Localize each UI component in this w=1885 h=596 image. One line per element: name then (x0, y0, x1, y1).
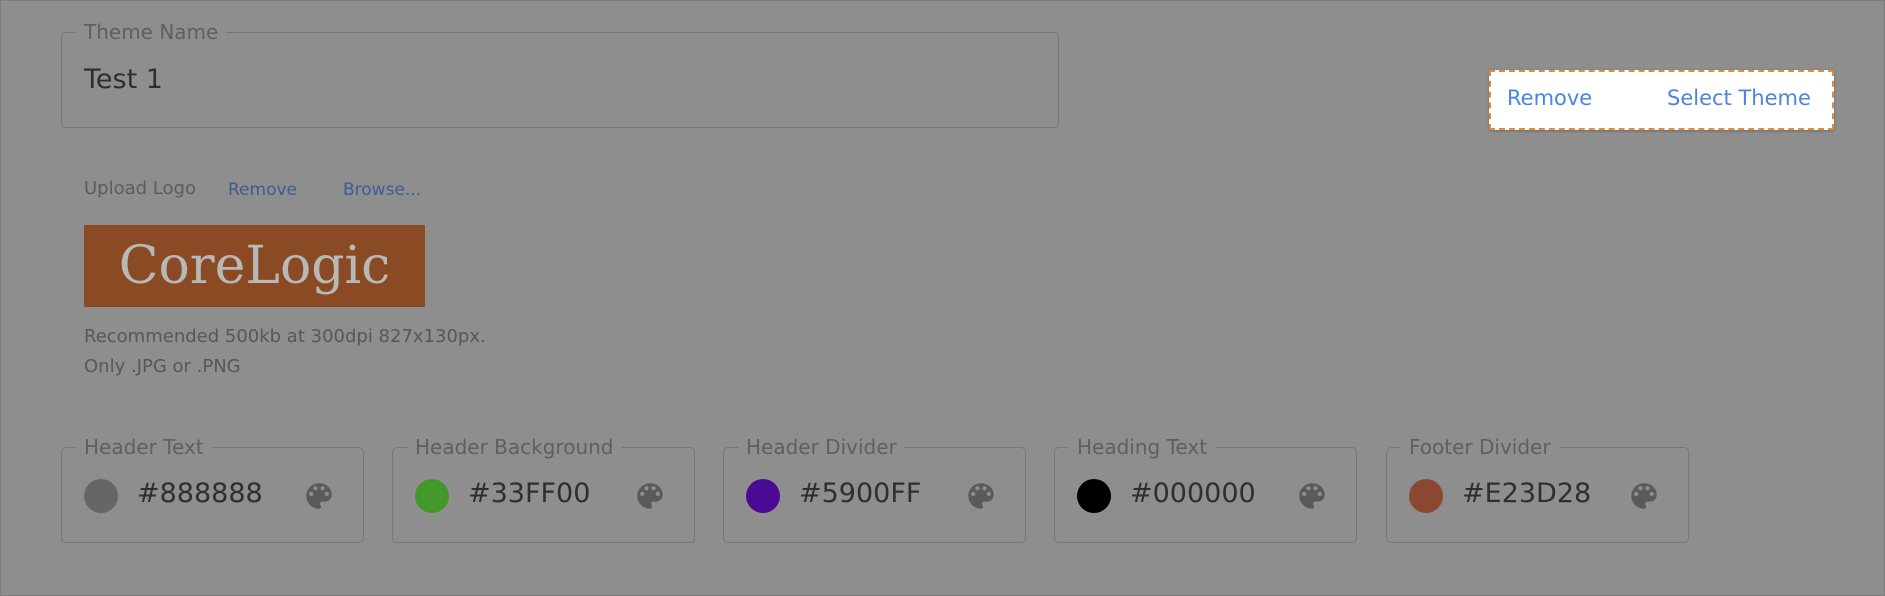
upload-hint-format: Only .JPG or .PNG (84, 356, 241, 377)
color-field-label: Header Divider (738, 435, 905, 459)
remove-theme-button[interactable]: Remove (1507, 86, 1592, 110)
browse-logo-link[interactable]: Browse... (343, 180, 421, 200)
palette-icon[interactable] (1627, 479, 1661, 513)
theme-name-field[interactable]: Theme Name Test 1 (61, 20, 1059, 128)
header-divider-color-field[interactable]: Header Divider #5900FF (723, 435, 1026, 543)
color-field-label: Header Text (76, 435, 212, 459)
color-hex-value[interactable]: #33FF00 (468, 478, 590, 509)
color-swatch[interactable] (746, 479, 780, 513)
color-hex-value[interactable]: #E23D28 (1462, 478, 1591, 509)
color-swatch[interactable] (1409, 479, 1443, 513)
upload-hint-size: Recommended 500kb at 300dpi 827x130px. (84, 326, 486, 347)
remove-logo-link[interactable]: Remove (228, 180, 297, 200)
logo-text: CoreLogic (118, 236, 391, 296)
palette-icon[interactable] (302, 479, 336, 513)
theme-editor-panel: Theme Name Test 1 Remove Select Theme Up… (0, 0, 1885, 596)
theme-name-legend: Theme Name (76, 20, 227, 44)
color-hex-value[interactable]: #888888 (137, 478, 263, 509)
color-field-label: Heading Text (1069, 435, 1216, 459)
color-swatch[interactable] (84, 479, 118, 513)
theme-name-value[interactable]: Test 1 (84, 64, 163, 95)
select-theme-button[interactable]: Select Theme (1667, 86, 1811, 110)
color-swatch[interactable] (1077, 479, 1111, 513)
upload-logo-label: Upload Logo (84, 178, 196, 199)
color-field-label: Footer Divider (1401, 435, 1559, 459)
header-background-color-field[interactable]: Header Background #33FF00 (392, 435, 695, 543)
color-hex-value[interactable]: #5900FF (799, 478, 921, 509)
palette-icon[interactable] (1295, 479, 1329, 513)
color-swatch[interactable] (415, 479, 449, 513)
color-hex-value[interactable]: #000000 (1130, 478, 1256, 509)
palette-icon[interactable] (964, 479, 998, 513)
footer-divider-color-field[interactable]: Footer Divider #E23D28 (1386, 435, 1689, 543)
palette-icon[interactable] (633, 479, 667, 513)
header-text-color-field[interactable]: Header Text #888888 (61, 435, 364, 543)
heading-text-color-field[interactable]: Heading Text #000000 (1054, 435, 1357, 543)
logo-preview: CoreLogic (84, 225, 425, 307)
theme-actions-box: Remove Select Theme (1489, 70, 1834, 130)
color-field-label: Header Background (407, 435, 622, 459)
